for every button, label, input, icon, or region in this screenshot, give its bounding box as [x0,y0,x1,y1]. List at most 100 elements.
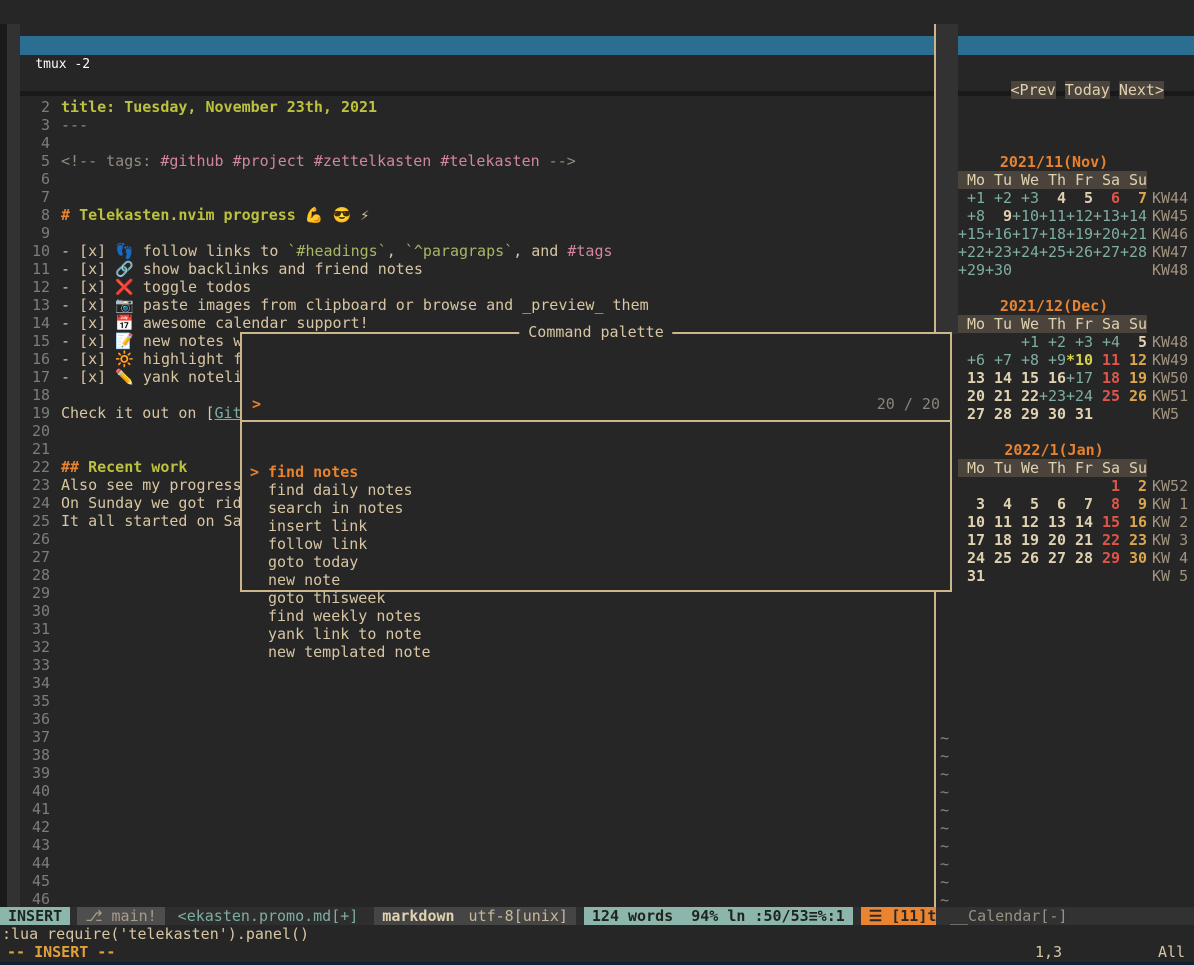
calendar-day[interactable]: +27 [1093,243,1120,261]
calendar-day[interactable]: +8 [1012,351,1039,369]
palette-item[interactable]: search in notes [242,499,950,517]
calendar-day[interactable]: 25 [1093,387,1120,405]
calendar-day[interactable]: +1 [1012,333,1039,351]
editor-line[interactable]: 3--- [0,116,934,134]
calendar-next-button[interactable]: Next> [1119,81,1164,99]
editor-line[interactable]: 39 [0,764,934,782]
calendar-day[interactable]: 13 [958,369,985,387]
editor-line[interactable]: 37 [0,728,934,746]
calendar-day[interactable]: +22 [958,243,985,261]
editor-line[interactable]: 44 [0,854,934,872]
editor-line[interactable]: 2title: Tuesday, November 23th, 2021 [0,98,934,116]
calendar-day[interactable]: 27 [1039,549,1066,567]
calendar-day[interactable]: 15 [1093,513,1120,531]
palette-item[interactable]: new note [242,571,950,589]
calendar-day[interactable]: 24 [958,549,985,567]
calendar-day[interactable]: 18 [985,531,1012,549]
editor-line[interactable]: 43 [0,836,934,854]
calendar-day[interactable]: +2 [1039,333,1066,351]
calendar-day[interactable]: 22 [1093,531,1120,549]
calendar-day[interactable]: +4 [1093,333,1120,351]
calendar-day[interactable]: 29 [1093,549,1120,567]
calendar-day[interactable]: 16 [1120,513,1147,531]
palette-item[interactable]: find daily notes [242,481,950,499]
command-line[interactable]: :lua require('telekasten').panel() [0,925,1194,943]
editor-line[interactable]: 45 [0,872,934,890]
calendar-day[interactable]: +7 [985,351,1012,369]
calendar-day[interactable]: 11 [1093,351,1120,369]
calendar-day[interactable]: 12 [1012,513,1039,531]
calendar-day[interactable]: +2 [985,189,1012,207]
editor-line[interactable]: 4 [0,134,934,152]
calendar-day[interactable]: +23 [985,243,1012,261]
calendar-day[interactable]: 20 [1039,531,1066,549]
calendar-day[interactable]: 29 [1012,405,1039,423]
editor-line[interactable]: 14- [x] 📅 awesome calendar support! [0,314,934,332]
calendar-day[interactable]: 4 [1039,189,1066,207]
calendar-day[interactable]: +8 [958,207,985,225]
palette-item[interactable]: follow link [242,535,950,553]
calendar-day[interactable]: +28 [1120,243,1147,261]
palette-item[interactable]: find weekly notes [242,607,950,625]
calendar-day[interactable]: 17 [958,531,985,549]
calendar-day[interactable]: +13 [1093,207,1120,225]
calendar-day[interactable]: 31 [958,567,985,585]
calendar-day[interactable]: 11 [985,513,1012,531]
calendar-day[interactable]: +18 [1039,225,1066,243]
calendar-day[interactable]: 19 [1120,369,1147,387]
editor-line[interactable]: 11- [x] 🔗 show backlinks and friend note… [0,260,934,278]
calendar-day[interactable]: +26 [1066,243,1093,261]
calendar-day[interactable]: +1 [958,189,985,207]
calendar-day[interactable]: 13 [1039,513,1066,531]
calendar-day[interactable]: +10 [1012,207,1039,225]
calendar-day[interactable]: 19 [1012,531,1039,549]
editor-line[interactable]: 6 [0,170,934,188]
editor-line[interactable]: 10- [x] 👣 follow links to `#headings`, `… [0,242,934,260]
calendar-day[interactable]: 6 [1039,495,1066,513]
calendar-day[interactable]: 20 [958,387,985,405]
calendar-day[interactable]: 9 [985,207,1012,225]
calendar-day[interactable]: 28 [1066,549,1093,567]
calendar-today-button[interactable]: Today [1065,81,1110,99]
command-palette-popup[interactable]: Command palette > 20 / 20 >find notesfin… [240,332,952,592]
calendar-day[interactable]: 5 [1012,495,1039,513]
calendar-day[interactable]: 26 [1012,549,1039,567]
calendar-day[interactable]: 1 [1093,477,1120,495]
calendar-day[interactable]: +3 [1066,333,1093,351]
calendar-day[interactable]: 30 [1039,405,1066,423]
calendar-day[interactable]: *10 [1066,351,1093,369]
calendar-day[interactable]: 27 [958,405,985,423]
calendar-day[interactable]: 21 [1066,531,1093,549]
editor-line[interactable]: 9 [0,224,934,242]
calendar-day[interactable]: +29 [958,261,985,279]
calendar-day[interactable]: 28 [985,405,1012,423]
editor-line[interactable]: 13- [x] 📷 paste images from clipboard or… [0,296,934,314]
calendar-day[interactable]: +3 [1012,189,1039,207]
calendar-day[interactable]: 10 [958,513,985,531]
calendar-day[interactable]: +12 [1066,207,1093,225]
calendar-day[interactable]: +17 [1066,369,1093,387]
palette-item[interactable]: >find notes [242,463,950,481]
calendar-day[interactable]: +21 [1120,225,1147,243]
calendar-day[interactable]: +6 [958,351,985,369]
calendar-day[interactable]: 7 [1120,189,1147,207]
calendar-day[interactable]: +15 [958,225,985,243]
calendar-day[interactable]: 12 [1120,351,1147,369]
calendar-day[interactable]: +19 [1066,225,1093,243]
calendar-day[interactable]: 14 [1066,513,1093,531]
calendar-day[interactable]: 15 [1012,369,1039,387]
editor-line[interactable]: 7 [0,188,934,206]
editor-line[interactable]: 8# Telekasten.nvim progress 💪 😎 ⚡ [0,206,934,224]
palette-item[interactable]: goto thisweek [242,589,950,607]
editor-line[interactable]: 42 [0,818,934,836]
calendar-day[interactable]: 21 [985,387,1012,405]
calendar-day[interactable]: 31 [1066,405,1093,423]
editor-line[interactable]: 12- [x] ❌ toggle todos [0,278,934,296]
calendar-day[interactable]: 3 [958,495,985,513]
palette-item[interactable]: goto today [242,553,950,571]
calendar-day[interactable]: 4 [985,495,1012,513]
calendar-day[interactable]: 16 [1039,369,1066,387]
calendar-day[interactable]: +25 [1039,243,1066,261]
calendar-day[interactable]: 5 [1120,333,1147,351]
calendar-day[interactable]: +30 [985,261,1012,279]
